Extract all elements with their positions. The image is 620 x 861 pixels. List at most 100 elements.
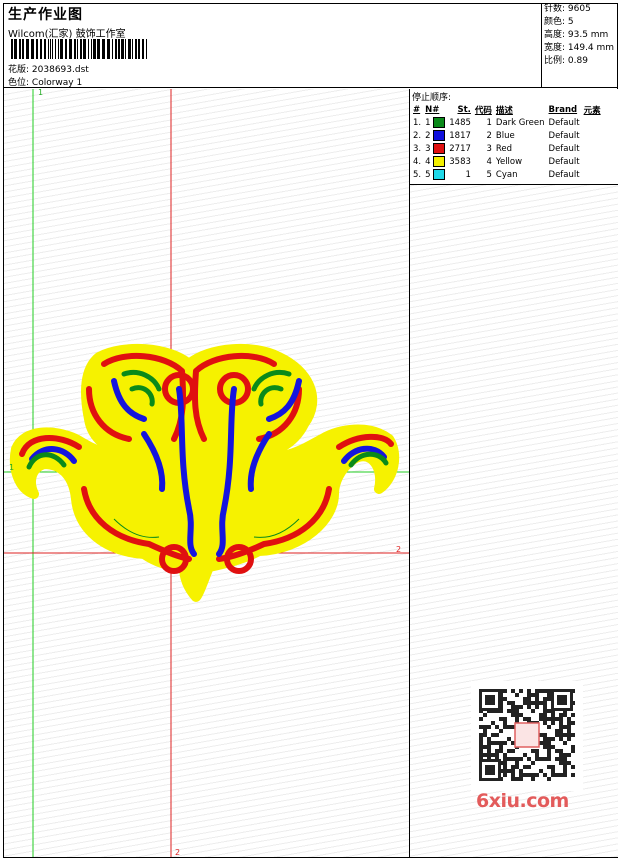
qr-module: [487, 745, 491, 749]
row-index: 2.: [413, 130, 422, 141]
qr-module: [495, 749, 499, 753]
qr-module: [543, 745, 547, 749]
barcode-bar: [97, 39, 100, 59]
barcode-bar: [80, 39, 82, 59]
row-brand: Default: [548, 130, 580, 141]
barcode-bar: [115, 39, 117, 59]
col-index: #: [413, 105, 421, 115]
barcode-bar: [83, 39, 86, 59]
barcode-bar: [93, 39, 96, 59]
color-row: 3. 3 2717 3 Red Default: [411, 142, 603, 155]
qr-module: [559, 761, 563, 765]
qr-module: [483, 733, 487, 737]
qr-module: [487, 753, 491, 757]
qr-code: [471, 681, 583, 791]
qr-module: [511, 765, 515, 769]
qr-module: [515, 765, 519, 769]
qr-module: [503, 753, 507, 757]
row-desc: Cyan: [495, 169, 518, 180]
qr-module: [523, 765, 527, 769]
qr-finder: [485, 765, 495, 775]
row-stitches: 1485: [449, 117, 471, 128]
color-table: # N# St. 代码 描述 Brand 元素 1. 1 1485 1 Dark Gr…: [411, 104, 603, 181]
qr-module: [495, 733, 499, 737]
barcode-bar: [112, 39, 113, 59]
qr-module: [535, 757, 539, 761]
qr-module: [563, 773, 567, 777]
qr-module: [527, 773, 531, 777]
qr-center-seal: [514, 722, 540, 748]
qr-module: [543, 757, 547, 761]
qr-module: [555, 733, 559, 737]
qr-module: [535, 773, 539, 777]
qr-module: [539, 769, 543, 773]
barcode-bar: [14, 39, 17, 59]
qr-module: [547, 709, 551, 713]
qr-module: [499, 749, 503, 753]
qr-module: [519, 705, 523, 709]
row-element: [582, 168, 603, 181]
qr-module: [539, 689, 543, 693]
qr-module: [563, 733, 567, 737]
col-stitches: St.: [457, 105, 471, 115]
row-code: 4: [486, 156, 492, 167]
qr-module: [483, 745, 487, 749]
row-needle: 1: [425, 118, 431, 128]
barcode-bar: [146, 39, 147, 59]
qr-module: [543, 709, 547, 713]
qr-module: [527, 705, 531, 709]
qr-module: [531, 749, 535, 753]
qr-module: [491, 721, 495, 725]
qr-module: [499, 717, 503, 721]
red-guide-label-v: 2: [175, 848, 180, 857]
qr-module: [555, 729, 559, 733]
color-swatch: [433, 130, 446, 141]
barcode-bar: [121, 39, 124, 59]
qr-module: [567, 717, 571, 721]
qr-module: [507, 709, 511, 713]
row-n: 4: [423, 155, 447, 168]
barcode-bar: [142, 39, 144, 59]
qr-module: [551, 773, 555, 777]
qr-module: [487, 737, 491, 741]
col-element: 元素: [583, 106, 601, 116]
embroidery-preview: 1 1 2 2: [4, 88, 409, 857]
barcode-bar: [36, 39, 38, 59]
qr-module: [559, 713, 563, 717]
barcode-bar: [88, 39, 89, 59]
qr-module: [483, 729, 487, 733]
row-index: 3.: [413, 143, 422, 154]
qr-module: [503, 741, 507, 745]
qr-module: [511, 777, 515, 781]
qr-module: [535, 689, 539, 693]
qr-module: [515, 777, 519, 781]
col-n: N#: [425, 105, 440, 115]
design-canvas[interactable]: 1 1 2 2: [4, 88, 409, 857]
embroidery-design: [10, 343, 400, 602]
qr-module: [543, 713, 547, 717]
row-n: 5: [423, 168, 447, 181]
barcode-bar: [48, 39, 49, 59]
row-brand: Default: [548, 169, 580, 180]
qr-module: [479, 725, 483, 729]
row-code: 1: [486, 117, 492, 128]
qr-module: [547, 697, 551, 701]
qr-module: [563, 761, 567, 765]
stats-box: 针数: 9605 颜色: 5 高度: 93.5 mm 宽度: 149.4 mm …: [541, 3, 619, 87]
qr-module: [563, 725, 567, 729]
barcode-bar: [60, 39, 63, 59]
qr-module: [487, 749, 491, 753]
qr-module: [539, 713, 543, 717]
qr-module: [503, 725, 507, 729]
color-row: 1. 1 1485 1 Dark Green Default: [411, 116, 603, 129]
qr-module: [559, 753, 563, 757]
qr-module: [547, 757, 551, 761]
row-needle: 2: [425, 131, 431, 141]
qr-module: [547, 737, 551, 741]
qr-module: [543, 689, 547, 693]
qr-module: [559, 729, 563, 733]
row-element: [582, 155, 603, 168]
header: 生产作业图 Wilcom(汇家) 鼓饰工作室 花版: 2038693.dst 色…: [6, 3, 542, 88]
row-code: 5: [486, 169, 492, 180]
qr-module: [543, 721, 547, 725]
